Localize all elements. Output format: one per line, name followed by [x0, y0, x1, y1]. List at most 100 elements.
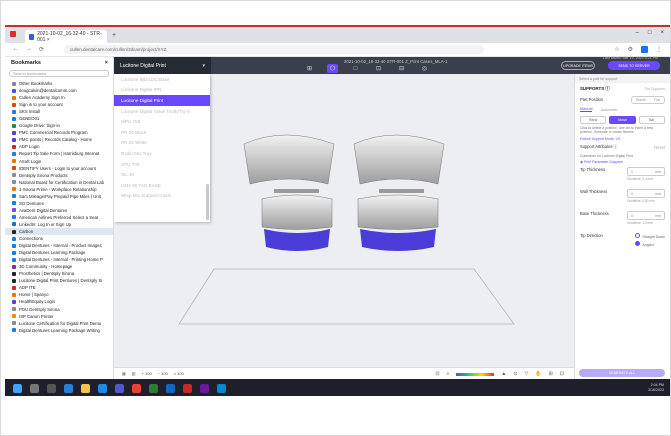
bookmark-item[interactable]: Sign in to your account — [5, 101, 113, 108]
close-sidebar-icon[interactable]: × — [105, 60, 108, 66]
bookmark-item[interactable]: American Airlines Preferred Select a Sea… — [5, 214, 113, 221]
bookmark-item[interactable]: 3D Community - Homepage — [5, 263, 113, 270]
zoom-tool-2[interactable]: + 100 — [142, 371, 152, 376]
material-menu-item[interactable]: Lucitone IBD/LDC Base — [114, 74, 210, 85]
bookmark-item[interactable]: ISP Canon Printer — [5, 313, 113, 320]
send-to-server-button[interactable]: SEND TO SERVER — [608, 61, 660, 70]
thickness-input[interactable]: 0 mm — [627, 189, 665, 199]
onenote-icon[interactable] — [200, 384, 209, 393]
bookmark-item[interactable]: IDENTIFY Users - Login to your account — [5, 165, 113, 172]
material-menu-item[interactable]: SPU 705 — [114, 159, 210, 170]
toolbar-tool-5[interactable]: ◎ — [419, 64, 430, 73]
extension-icon[interactable]: ⚙ — [628, 46, 633, 53]
toolbar-tool-0[interactable]: ⊞ — [304, 64, 315, 73]
menu-icon[interactable]: ⋮ — [656, 46, 662, 53]
menu-scrollbar[interactable] — [206, 184, 209, 220]
bookmark-item[interactable]: Digital Dentures Learning Package Writin… — [5, 327, 113, 334]
material-menu-item[interactable]: PR 25 White — [114, 138, 210, 149]
bookmark-item[interactable]: GENEO01 — [5, 115, 113, 122]
bookmark-item[interactable]: Carbon — [5, 227, 113, 236]
bookmark-item[interactable]: Digital Dentures - Internal - Printing H… — [5, 256, 113, 263]
bookmarks-search-input[interactable]: Search bookmarks — [9, 70, 109, 77]
zoom-tool-4[interactable]: ⌕ 100 — [174, 371, 184, 376]
bookmark-item[interactable]: LinkedIn: Log In or Sign Up — [5, 221, 113, 228]
new-tab-button[interactable]: + — [112, 32, 116, 39]
bookmark-item[interactable]: Digital Dentures - Internal - Product Im… — [5, 242, 113, 249]
view-tool-4[interactable]: ▽ — [525, 371, 529, 377]
bookmark-item[interactable]: ADP Login — [5, 143, 113, 150]
bookmark-item[interactable]: Other Bookmarks — [5, 80, 113, 87]
part-position-option[interactable]: Flat — [650, 97, 664, 103]
mode-option[interactable]: Noise — [609, 115, 636, 124]
star-icon[interactable]: ☆ — [614, 46, 619, 53]
material-menu-item[interactable]: UMA 90 TAN BASE — [114, 180, 210, 191]
excel-icon[interactable] — [149, 384, 158, 393]
bookmark-item[interactable]: Cullen Academy Sign In — [5, 94, 113, 101]
reload-icon[interactable]: ⟳ — [39, 46, 44, 53]
outlook-icon[interactable] — [98, 384, 107, 393]
maximize-button[interactable]: □ — [648, 30, 652, 36]
bookmark-item[interactable]: 1-Sirona Prime - Workplace Relationship — [5, 186, 113, 193]
material-menu-item[interactable]: Lucitone Digital Value Tooth/Try-In — [114, 106, 210, 117]
bookmark-item[interactable]: PMC Commercial Records Program — [5, 129, 113, 136]
material-menu-item[interactable]: Whip Mix Surgical Guide — [114, 191, 210, 202]
minimize-button[interactable]: – — [636, 30, 639, 36]
view-tool-0[interactable]: ⊡ — [435, 371, 439, 377]
teams-icon[interactable] — [115, 384, 124, 393]
material-menu-item[interactable]: Lucitone Digital Print — [114, 95, 210, 106]
bookmark-item[interactable]: Dentsply Sirona Products — [5, 172, 113, 179]
file-explorer-icon[interactable] — [81, 384, 90, 393]
bookmark-item[interactable]: PMC points | Records Catalog - Home — [5, 136, 113, 143]
material-menu-item[interactable]: MPU 703 — [114, 116, 210, 127]
edge-icon[interactable] — [64, 384, 73, 393]
toolbar-tool-2[interactable]: □ — [350, 64, 361, 73]
bookmark-item[interactable]: Home | Spanyo — [5, 291, 113, 298]
material-menu-item[interactable]: SIL 30 — [114, 169, 210, 180]
toolbar-tool-3[interactable]: ⊡ — [373, 64, 384, 73]
bookmark-item[interactable]: HealthEquity Login — [5, 298, 113, 305]
bookmark-item[interactable]: Lucitone Certification for Digital Print… — [5, 320, 113, 327]
profile-extension-icon[interactable] — [641, 46, 648, 53]
bookmark-item[interactable]: Connections — [5, 235, 113, 242]
back-icon[interactable]: ← — [13, 46, 19, 53]
bookmark-item[interactable]: Report Tip Sale Form | Harrisburg Intern… — [5, 150, 113, 157]
material-menu-item[interactable]: Lucitone Digital IPN — [114, 85, 210, 96]
bookmark-item[interactable]: Prosthetics | Dentsply Sirona — [5, 270, 113, 277]
bookmark-item[interactable]: Sam Mileage/Pay Prepaid Pipe Miles | Uni… — [5, 193, 113, 200]
url-input[interactable]: cullen.dentalcare.com/cullen/3dcam/proje… — [64, 45, 485, 54]
close-window-button[interactable]: × — [660, 30, 664, 36]
tab-automatic[interactable]: Automatic — [600, 108, 617, 112]
forward-icon[interactable]: → — [26, 46, 32, 53]
attributes-reset[interactable]: Reset — [654, 145, 665, 150]
search-icon[interactable] — [30, 384, 39, 393]
material-menu-item[interactable]: Rodin Mix Tray — [114, 148, 210, 159]
generate-all-button[interactable]: GENERATE ALL — [579, 369, 665, 377]
part-position-option[interactable]: Stable — [632, 97, 650, 103]
toolbar-tool-4[interactable]: ⊟ — [396, 64, 407, 73]
mode-option[interactable]: Rand — [580, 115, 607, 124]
bookmark-item[interactable]: Google Drive: Sign-in — [5, 122, 113, 129]
zoom-tool-1[interactable]: ▥ — [132, 371, 136, 376]
bookmark-item[interactable]: Digital Dentures Learning Package — [5, 249, 113, 256]
view-tool-2[interactable]: ▲ — [501, 371, 506, 377]
chrome-icon[interactable] — [132, 384, 141, 393]
tint-supports-toggle[interactable]: Tint Supports — [644, 87, 665, 91]
bookmark-item[interactable]: AvaDent Digital Dentures — [5, 207, 113, 214]
acrobat-icon[interactable] — [183, 384, 192, 393]
material-menu-item[interactable]: PR 25 Black — [114, 127, 210, 138]
view-tool-6[interactable]: ⊞ — [549, 371, 553, 377]
view-tool-3[interactable]: ⊙ — [513, 371, 517, 377]
3d-viewport[interactable]: Lucitone IBD/LDC Base Lucitone Digital IP… — [114, 74, 574, 379]
bookmark-item[interactable]: SKS Install — [5, 108, 113, 115]
upgrade-button[interactable]: UPGRADE ITEMS — [561, 61, 595, 70]
bookmark-item[interactable]: dougcalvin@dentalcomm.com — [5, 87, 113, 94]
bookmark-item[interactable]: National Board for Certification in Dent… — [5, 179, 113, 186]
view-tool-7[interactable]: ⊡ — [560, 371, 564, 377]
view-tool-5[interactable]: ✋ — [535, 371, 541, 377]
material-dropdown[interactable]: Lucitone Digital Print ▾ — [114, 57, 211, 74]
bookmark-item[interactable]: ADP ITE — [5, 284, 113, 291]
app-icon[interactable] — [217, 384, 226, 393]
bookmark-item[interactable]: SO Dentures — [5, 200, 113, 207]
tab-manual[interactable]: Manual — [580, 107, 593, 112]
thickness-input[interactable]: 0 mm — [627, 167, 665, 177]
